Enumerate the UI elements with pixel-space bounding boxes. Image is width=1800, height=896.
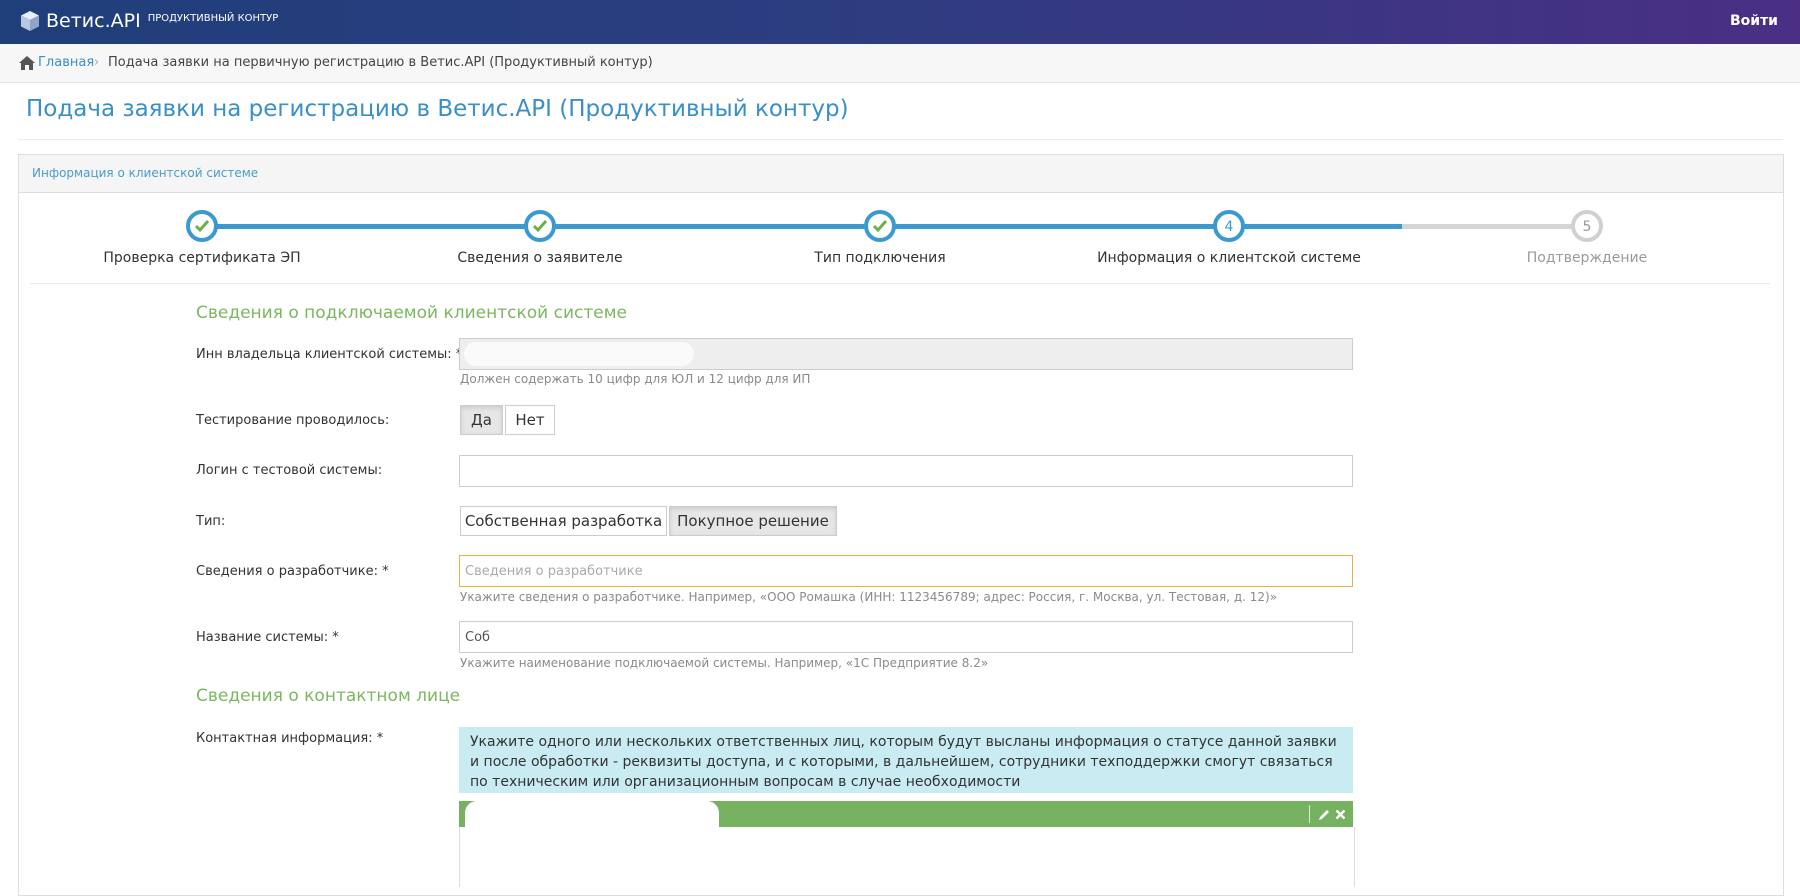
- check-icon: [532, 220, 548, 233]
- inn-label: Инн владельца клиентской системы: *: [196, 347, 463, 362]
- test-login-field[interactable]: [459, 455, 1353, 487]
- testing-yes-button[interactable]: Да: [460, 405, 503, 435]
- home-icon[interactable]: [18, 55, 36, 71]
- wizard-step-label: Подтверждение: [1526, 250, 1648, 266]
- wizard-step-4[interactable]: 4: [1213, 210, 1245, 242]
- wizard-step-number: 5: [1582, 219, 1592, 235]
- toolbar-separator: [1309, 805, 1310, 823]
- section-title-contact: Сведения о контактном лице: [196, 686, 461, 706]
- title-divider: [18, 139, 1783, 140]
- wizard-step-number: 4: [1224, 219, 1234, 235]
- contact-label: Контактная информация: *: [196, 731, 384, 746]
- breadcrumb-separator: ›: [94, 55, 100, 70]
- wizard-step-2[interactable]: [524, 210, 556, 242]
- developer-field[interactable]: Сведения о разработчике: [459, 555, 1353, 587]
- inn-field[interactable]: [459, 338, 1353, 370]
- check-icon: [194, 220, 210, 233]
- system-name-label: Название системы: *: [196, 630, 339, 645]
- brand-subtitle: ПРОДУКТИВНЫЙ КОНТУР: [147, 13, 279, 24]
- wizard-step-label: Проверка сертификата ЭП: [103, 250, 301, 266]
- brand[interactable]: Ветис.API ПРОДУКТИВНЫЙ КОНТУР: [20, 10, 278, 32]
- breadcrumb: Главная › Подача заявки на первичную рег…: [0, 44, 1800, 83]
- wizard-step-5[interactable]: 5: [1571, 210, 1603, 242]
- login-link[interactable]: Войти: [1730, 13, 1778, 29]
- wizard-step-label: Сведения о заявителе: [457, 250, 623, 266]
- wizard-remaining-line: [1402, 224, 1587, 229]
- close-icon[interactable]: [1335, 809, 1346, 820]
- inn-hint: Должен содержать 10 цифр для ЮЛ и 12 циф…: [460, 372, 811, 386]
- wizard-step-label: Тип подключения: [814, 250, 946, 266]
- developer-hint: Укажите сведения о разработчике. Наприме…: [460, 590, 1278, 604]
- system-name-value: Соб: [465, 630, 491, 645]
- type-own-development-button[interactable]: Собственная разработка: [460, 506, 667, 536]
- developer-placeholder: Сведения о разработчике: [465, 564, 643, 579]
- contact-person-header: [459, 801, 1353, 827]
- pencil-icon[interactable]: [1318, 808, 1331, 821]
- contact-person-body: [459, 827, 1355, 887]
- section-title-system: Сведения о подключаемой клиентской систе…: [196, 303, 627, 323]
- contact-person-tab[interactable]: [465, 801, 719, 827]
- developer-label: Сведения о разработчике: *: [196, 564, 389, 579]
- type-purchased-solution-button[interactable]: Покупное решение: [669, 506, 837, 536]
- system-name-hint: Укажите наименование подключаемой систем…: [460, 656, 989, 670]
- brand-title: Ветис.API: [46, 10, 141, 32]
- top-navbar: Ветис.API ПРОДУКТИВНЫЙ КОНТУР Войти: [0, 0, 1800, 44]
- breadcrumb-current: Подача заявки на первичную регистрацию в…: [108, 55, 653, 70]
- inn-value-mask: [464, 342, 694, 366]
- system-name-field[interactable]: Соб: [459, 621, 1353, 653]
- type-label: Тип:: [196, 514, 226, 529]
- breadcrumb-home-link[interactable]: Главная: [38, 55, 94, 70]
- testing-no-button[interactable]: Нет: [505, 405, 555, 435]
- test-login-label: Логин с тестовой системы:: [196, 463, 383, 478]
- contact-info-alert: Укажите одного или нескольких ответствен…: [459, 727, 1353, 793]
- panel-heading-text: Информация о клиентской системе: [32, 166, 259, 180]
- wizard-step-1[interactable]: [186, 210, 218, 242]
- page-title: Подача заявки на регистрацию в Ветис.API…: [26, 96, 849, 122]
- wizard-step-3[interactable]: [864, 210, 896, 242]
- cube-logo-icon: [21, 11, 39, 31]
- wizard-step-label: Информация о клиентской системе: [1097, 250, 1361, 266]
- check-icon: [872, 220, 888, 233]
- wizard-divider: [30, 283, 1770, 284]
- testing-label: Тестирование проводилось:: [196, 413, 390, 428]
- panel-heading: Информация о клиентской системе: [19, 155, 1783, 193]
